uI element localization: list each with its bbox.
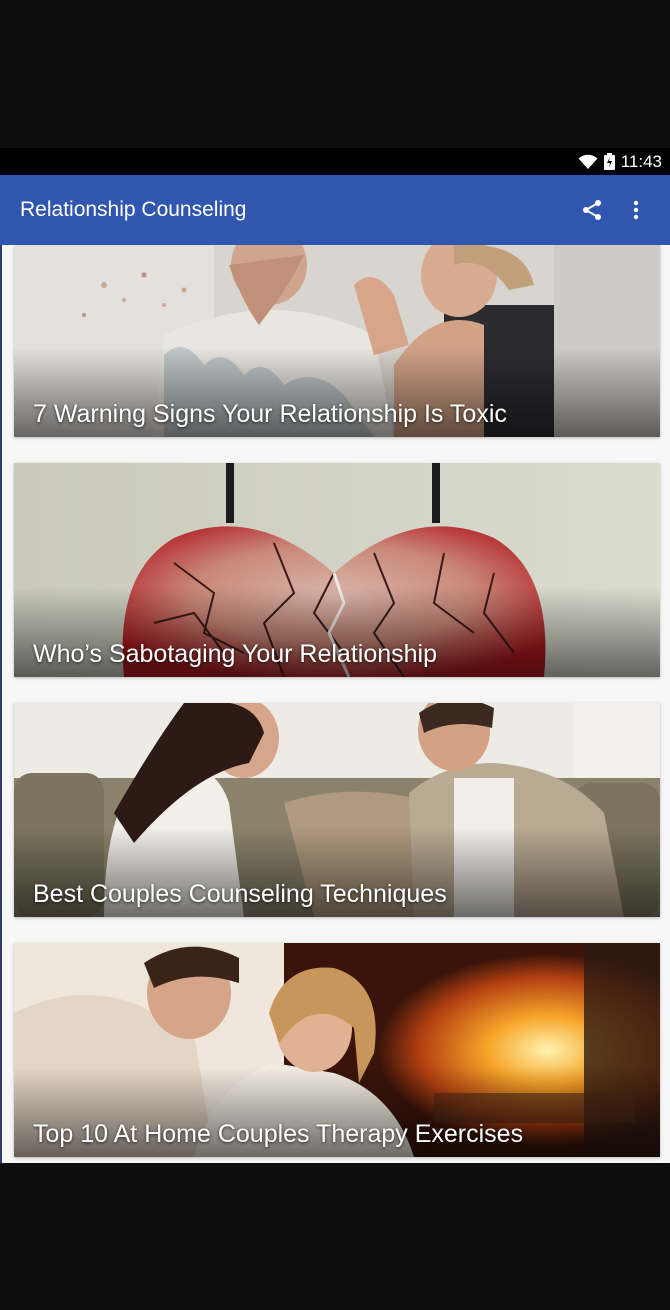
article-card[interactable]: 7 Warning Signs Your Relationship Is Tox… [14,245,660,437]
article-title: 7 Warning Signs Your Relationship Is Tox… [33,400,507,428]
article-title: Who’s Sabotaging Your Relationship [33,640,437,668]
app-title: Relationship Counseling [20,198,247,221]
status-time: 11:43 [620,151,662,171]
share-icon [583,200,601,220]
article-list[interactable]: 7 Warning Signs Your Relationship Is Tox… [0,245,670,1163]
phone-screen: 11:43 Relationship Counseling 7 Warning … [0,148,670,1163]
share-button[interactable] [570,188,614,232]
article-card[interactable]: Best Couples Counseling Techniques [14,703,660,917]
article-card[interactable]: Top 10 At Home Couples Therapy Exercises [14,943,660,1157]
overflow-menu-icon [633,200,639,220]
article-card[interactable]: Who’s Sabotaging Your Relationship [14,463,660,677]
wifi-icon [578,154,598,170]
article-title: Top 10 At Home Couples Therapy Exercises [33,1120,524,1148]
battery-icon [603,153,615,170]
article-title: Best Couples Counseling Techniques [33,880,447,908]
app-bar: Relationship Counseling [0,175,670,245]
status-bar: 11:43 [0,148,670,175]
screen-bottom-border [0,1163,670,1310]
overflow-menu-button[interactable] [614,188,658,232]
